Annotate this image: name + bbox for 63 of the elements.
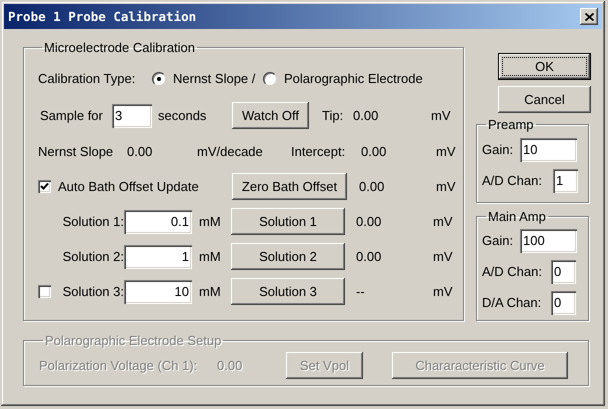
input-field[interactable]: 3 [112,104,152,128]
value: -- [356,284,365,299]
label: Polarization Voltage (Ch 1): [39,358,198,372]
button[interactable]: Solution 3 [231,278,345,305]
checkbox-label: Auto Bath Offset Update [58,179,199,194]
input-field[interactable]: 0 [551,290,576,314]
group-title: Preamp [487,117,535,132]
label: Solution 1: [62,214,124,229]
label: mV [433,214,452,229]
checkbox[interactable] [38,180,51,193]
value: 0.00 [356,214,382,229]
label: A/D Chan: [482,264,542,279]
label: mM [199,249,221,264]
value: 0.00 [127,144,152,159]
label: Solution 3: [62,284,124,299]
input-field[interactable]: 10 [124,280,192,304]
group-title: Main Amp [487,209,547,224]
radio-label: Polarographic Electrode [284,71,423,86]
value: 0.00 [356,249,382,264]
button[interactable]: Solution 2 [231,243,345,270]
checkbox[interactable] [38,285,51,298]
button[interactable]: Zero Bath Offset [232,173,347,200]
label: mM [199,284,221,299]
label: seconds [158,108,206,123]
label: Gain: [482,142,514,157]
close-button[interactable] [580,8,598,25]
input-field[interactable]: 1 [553,168,578,192]
radio-label: Nernst Slope / [173,71,256,86]
label: Sample for [40,108,103,123]
input-field[interactable]: 100 [520,228,577,252]
value: 0.00 [217,358,242,372]
group-title: Polarographic Electrode Setup [44,333,222,348]
label: mV [431,108,450,123]
label: mV [436,179,456,194]
input-field[interactable]: 10 [520,138,577,162]
radio-button[interactable] [263,72,277,86]
group-title: Microelectrode Calibration [43,40,196,55]
input-field[interactable]: 0 [551,260,576,284]
button[interactable]: Solution 1 [231,208,345,235]
button[interactable]: Cancel [498,86,591,113]
label: mV [433,284,452,299]
label: Calibration Type: [38,71,136,86]
label: Gain: [482,233,514,248]
radio-button[interactable] [152,72,166,86]
label: D/A Chan: [482,295,542,310]
label: mV [433,249,452,264]
label: A/D Chan: [482,173,542,188]
input-field[interactable]: 1 [124,244,192,268]
label: Solution 2: [62,249,124,264]
value: 0.00 [359,179,384,194]
label: mV/decade [197,144,263,159]
input-field[interactable]: 0.1 [124,210,192,234]
label: Intercept: [291,144,346,159]
label: Tip: [322,108,344,123]
label: Nernst Slope [38,144,114,159]
value: 0.00 [361,144,386,159]
label: mV [436,144,456,159]
close-icon [584,12,594,20]
button[interactable]: Watch Off [232,102,309,129]
value: 0.00 [353,108,378,123]
label: mM [199,214,221,229]
window-title: Probe 1 Probe Calibration [8,9,196,24]
button[interactable]: OK [498,53,591,80]
